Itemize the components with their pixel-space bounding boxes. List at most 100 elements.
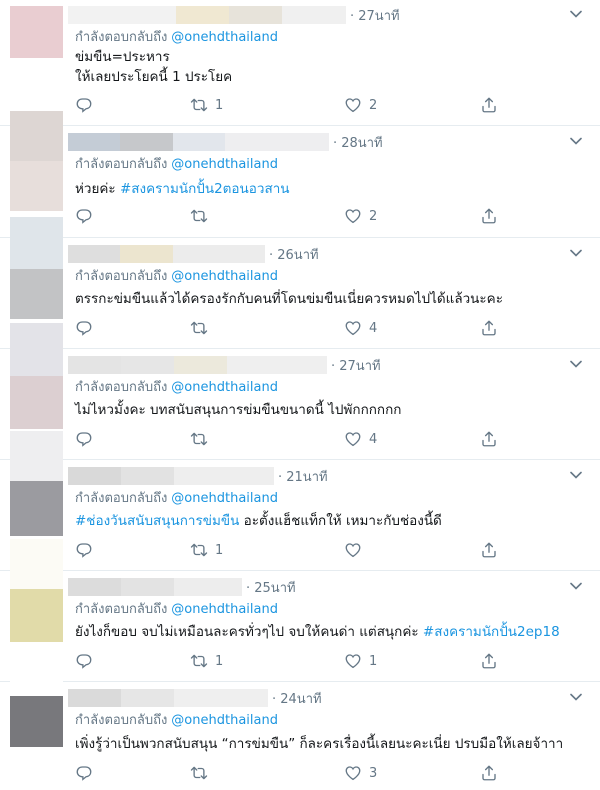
share-icon bbox=[480, 764, 498, 782]
share-icon bbox=[480, 541, 498, 559]
retweet-icon bbox=[190, 541, 208, 559]
retweet-icon bbox=[190, 96, 208, 114]
avatar[interactable] bbox=[10, 217, 63, 319]
replying-to: กำลังตอบกลับถึง @onehdthailand bbox=[75, 380, 278, 395]
retweet-icon bbox=[190, 764, 208, 782]
share-button[interactable] bbox=[480, 430, 498, 448]
replying-to: กำลังตอบกลับถึง @onehdthailand bbox=[75, 269, 278, 284]
chevron-down-icon[interactable] bbox=[570, 249, 582, 257]
retweet-icon bbox=[190, 652, 208, 670]
chevron-down-icon[interactable] bbox=[570, 471, 582, 479]
like-button[interactable]: 3 bbox=[344, 764, 377, 782]
reply-button[interactable] bbox=[75, 96, 100, 114]
like-count: 4 bbox=[369, 431, 378, 447]
retweet-icon bbox=[190, 207, 208, 225]
chevron-down-icon[interactable] bbox=[570, 360, 582, 368]
mention-link[interactable]: @onehdthailand bbox=[171, 491, 278, 506]
reply-button[interactable] bbox=[75, 541, 100, 559]
reply-tweet[interactable]: 21นาที กำลังตอบกลับถึง@onehdthailand #ช่… bbox=[0, 431, 600, 571]
like-button[interactable]: 4 bbox=[344, 430, 377, 448]
share-button[interactable] bbox=[480, 319, 498, 337]
reply-icon bbox=[75, 764, 93, 782]
mention-link[interactable]: @onehdthailand bbox=[171, 157, 278, 172]
retweet-button[interactable] bbox=[190, 319, 215, 337]
retweet-button[interactable]: 1 bbox=[190, 96, 223, 114]
hashtag-link[interactable]: #สงครามนักปั้น2ตอนอวสาน bbox=[120, 181, 290, 197]
reply-tweet[interactable]: 27นาที กำลังตอบกลับถึง@onehdthailand ไม่… bbox=[0, 323, 600, 460]
tweet-text: #ช่องวันสนับสนุนการข่มขืน อะตั้งแฮ็ชแท็ก… bbox=[75, 513, 442, 529]
tweet-text: เพิ่งรู้ว่าเป็นพวกสนับสนุน “การข่มขืน” ก… bbox=[75, 736, 564, 752]
heart-icon bbox=[344, 541, 362, 559]
mention-link[interactable]: @onehdthailand bbox=[171, 380, 278, 395]
replying-to: กำลังตอบกลับถึง @onehdthailand bbox=[75, 491, 278, 506]
user-name[interactable]: 21นาที bbox=[68, 467, 328, 485]
retweet-icon bbox=[190, 319, 208, 337]
share-icon bbox=[480, 96, 498, 114]
chevron-down-icon[interactable] bbox=[570, 582, 582, 590]
user-name[interactable]: 27นาที bbox=[68, 356, 381, 374]
like-button[interactable]: 2 bbox=[344, 207, 377, 225]
avatar[interactable] bbox=[10, 539, 63, 642]
hashtag-link[interactable]: #ช่องวันสนับสนุนการข่มขืน bbox=[75, 513, 239, 529]
like-button[interactable]: 2 bbox=[344, 96, 377, 114]
reply-tweet[interactable]: 26นาที กำลังตอบกลับถึง@onehdthailand ตรร… bbox=[0, 217, 600, 349]
retweet-button[interactable] bbox=[190, 207, 215, 225]
mention-link[interactable]: @onehdthailand bbox=[171, 30, 278, 45]
timestamp[interactable]: 27นาที bbox=[331, 355, 380, 376]
reply-tweet[interactable]: 28นาที กำลังตอบกลับถึง@onehdthailand ห่ว… bbox=[0, 111, 600, 238]
timestamp[interactable]: 26นาที bbox=[269, 244, 318, 265]
heart-icon bbox=[344, 652, 362, 670]
retweet-button[interactable]: 1 bbox=[190, 541, 223, 559]
replying-to: กำลังตอบกลับถึง @onehdthailand bbox=[75, 713, 278, 728]
avatar[interactable] bbox=[10, 6, 63, 58]
user-name[interactable]: 25นาที bbox=[68, 578, 296, 596]
timestamp[interactable]: 27นาที bbox=[350, 5, 399, 26]
mention-link[interactable]: @onehdthailand bbox=[171, 713, 278, 728]
share-button[interactable] bbox=[480, 96, 498, 114]
tweet-text: ตรรกะข่มขืนแล้วได้ครองรักกับคนที่โดนข่มข… bbox=[75, 291, 503, 307]
reply-button[interactable] bbox=[75, 652, 100, 670]
chevron-down-icon[interactable] bbox=[570, 137, 582, 145]
retweet-button[interactable] bbox=[190, 430, 215, 448]
reply-icon bbox=[75, 319, 93, 337]
share-button[interactable] bbox=[480, 652, 498, 670]
tweet-text: ห่วยค่ะ #สงครามนักปั้น2ตอนอวสาน bbox=[75, 181, 290, 197]
reply-button[interactable] bbox=[75, 207, 100, 225]
tweet-text: ไม่ไหวมั้งคะ บทสนับสนุนการข่มขืนขนาดนี้ … bbox=[75, 402, 402, 418]
retweet-button[interactable] bbox=[190, 764, 215, 782]
avatar[interactable] bbox=[10, 431, 63, 536]
user-name[interactable]: 27นาที bbox=[68, 6, 400, 24]
share-button[interactable] bbox=[480, 541, 498, 559]
reply-icon bbox=[75, 652, 93, 670]
share-button[interactable] bbox=[480, 207, 498, 225]
mention-link[interactable]: @onehdthailand bbox=[171, 602, 278, 617]
user-name[interactable]: 26นาที bbox=[68, 245, 319, 263]
retweet-button[interactable]: 1 bbox=[190, 652, 223, 670]
timestamp[interactable]: 21นาที bbox=[278, 466, 327, 487]
hashtag-link[interactable]: #สงครามนักปั้น2ep18 bbox=[423, 624, 560, 640]
timestamp[interactable]: 24นาที bbox=[272, 688, 321, 709]
like-button[interactable]: 1 bbox=[344, 652, 377, 670]
chevron-down-icon[interactable] bbox=[570, 693, 582, 701]
reply-button[interactable] bbox=[75, 319, 100, 337]
timestamp[interactable]: 28นาที bbox=[333, 132, 382, 153]
avatar[interactable] bbox=[10, 646, 63, 747]
user-name[interactable]: 28นาที bbox=[68, 133, 383, 151]
replying-to: กำลังตอบกลับถึง @onehdthailand bbox=[75, 157, 278, 172]
chevron-down-icon[interactable] bbox=[570, 10, 582, 18]
share-button[interactable] bbox=[480, 764, 498, 782]
like-button[interactable] bbox=[344, 541, 369, 559]
reply-button[interactable] bbox=[75, 430, 100, 448]
like-count: 4 bbox=[369, 320, 378, 336]
reply-tweet[interactable]: 24นาที กำลังตอบกลับถึง@onehdthailand เพิ… bbox=[0, 646, 600, 790]
mention-link[interactable]: @onehdthailand bbox=[171, 269, 278, 284]
reply-tweet[interactable]: 27นาที กำลังตอบกลับถึง@onehdthailand ข่ม… bbox=[0, 0, 600, 126]
reply-tweet[interactable]: 25นาที กำลังตอบกลับถึง@onehdthailand ยัง… bbox=[0, 539, 600, 682]
avatar[interactable] bbox=[10, 111, 63, 211]
like-button[interactable]: 4 bbox=[344, 319, 377, 337]
reply-button[interactable] bbox=[75, 764, 100, 782]
reply-icon bbox=[75, 541, 93, 559]
avatar[interactable] bbox=[10, 323, 63, 429]
timestamp[interactable]: 25นาที bbox=[246, 577, 295, 598]
user-name[interactable]: 24นาที bbox=[68, 689, 322, 707]
